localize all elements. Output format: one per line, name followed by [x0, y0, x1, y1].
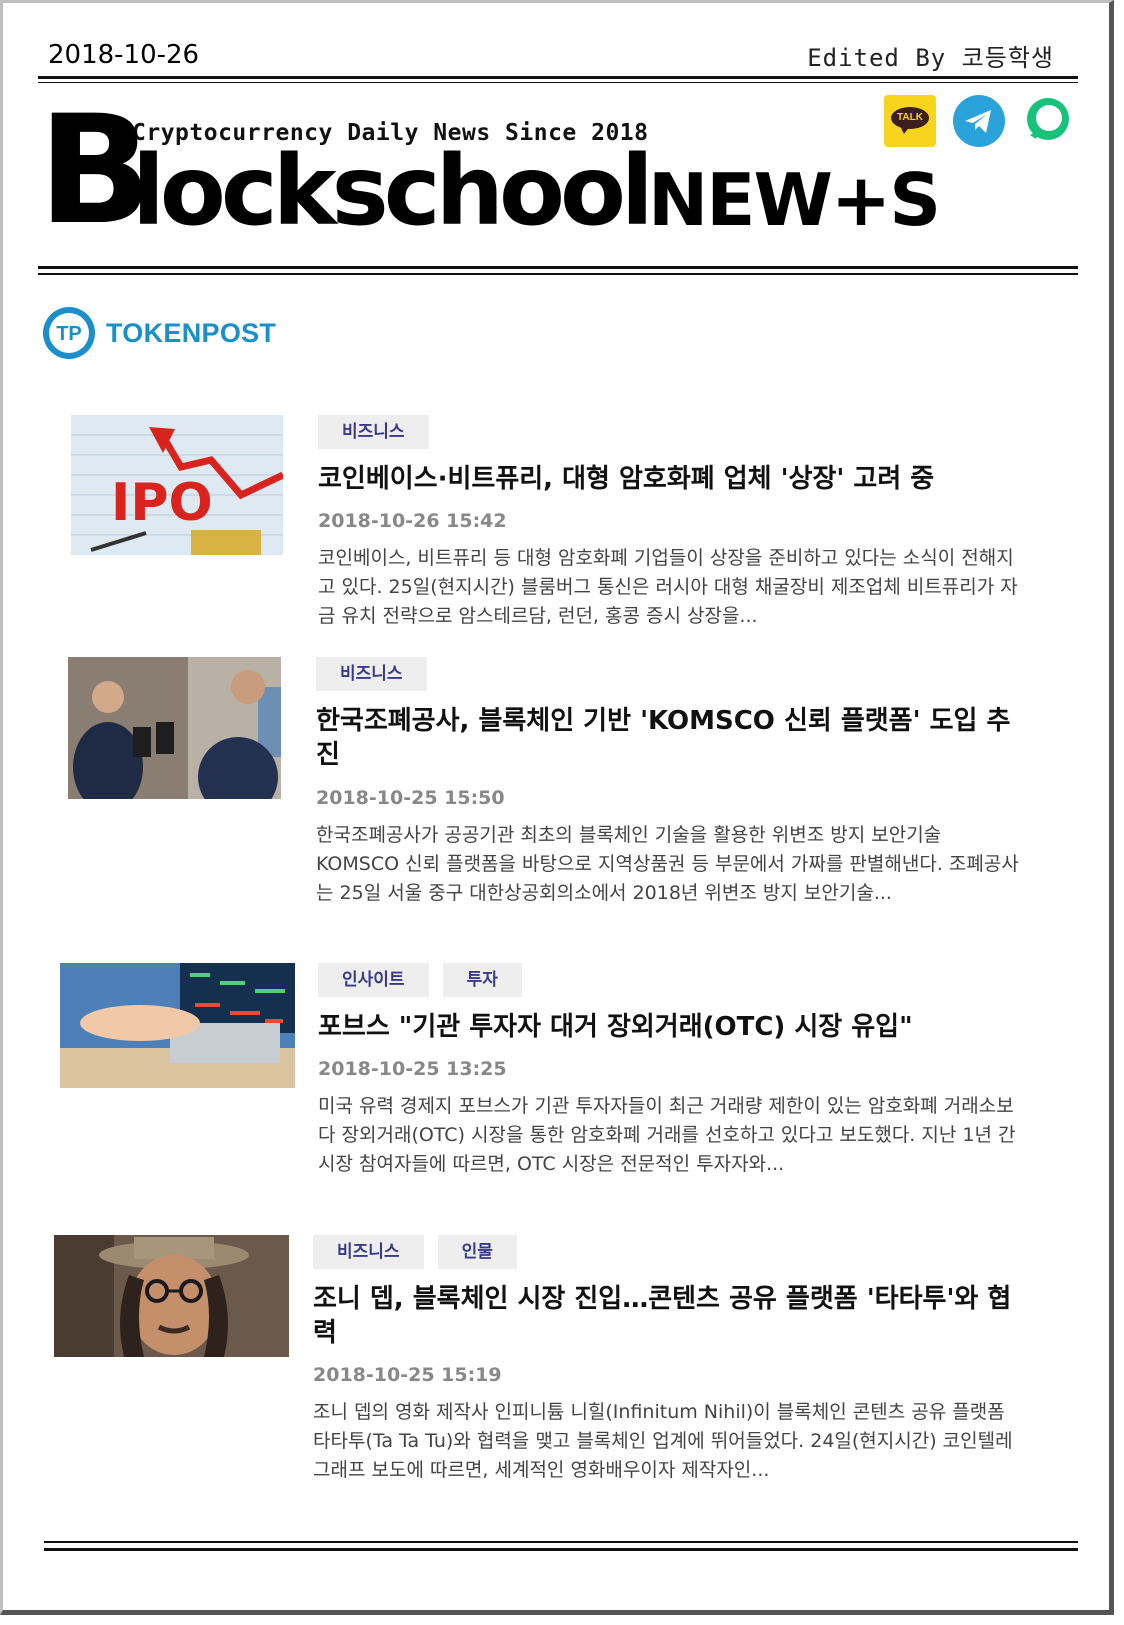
- article-1-title[interactable]: 코인베이스·비트퓨리, 대형 암호화폐 업체 '상장' 고려 중: [318, 462, 1018, 496]
- masthead-rule: [38, 266, 1078, 269]
- svg-text:IPO: IPO: [111, 473, 213, 533]
- telegram-plane-icon: [965, 110, 991, 133]
- article-1-image[interactable]: IPO: [71, 415, 283, 555]
- header-rule-top-thin: [38, 82, 1078, 83]
- editor-credit: Edited By 코등학생: [807, 44, 1054, 72]
- article-1-summary: 코인베이스, 비트퓨리 등 대형 암호화폐 기업들이 상장을 준비하고 있다는 …: [318, 547, 1018, 627]
- article-4-summary: 조니 뎁의 영화 제작사 인피니튬 니힐(Infinitum Nihil)이 블…: [313, 1401, 1013, 1481]
- tag-business[interactable]: 비즈니스: [318, 415, 429, 449]
- article-2-tags: 비즈니스: [316, 657, 427, 691]
- header-rule-top: [38, 76, 1078, 79]
- article-4-image[interactable]: [54, 1235, 289, 1357]
- tag-person[interactable]: 인물: [437, 1235, 517, 1269]
- chat-bubble-shape: [1027, 98, 1069, 140]
- article-3-summary: 미국 유력 경제지 포브스가 기관 투자자들이 최근 거래량 제한이 있는 암호…: [318, 1095, 1016, 1175]
- chat-bubble-icon[interactable]: [1022, 95, 1074, 147]
- footer-rule-thick: [44, 1548, 1078, 1551]
- issue-date: 2018-10-26: [48, 40, 200, 70]
- article-1-date: 2018-10-26 15:42: [318, 510, 507, 532]
- tokenpost-logo-shape: TP: [43, 307, 95, 359]
- tokenpost-logo-icon[interactable]: TP: [42, 306, 96, 360]
- masthead-news: NEW+S: [648, 158, 941, 242]
- svg-text:TP: TP: [56, 323, 82, 345]
- article-3-image[interactable]: [60, 963, 295, 1088]
- article-4-tags: 비즈니스 인물: [313, 1235, 517, 1269]
- article-4-date: 2018-10-25 15:19: [313, 1364, 502, 1386]
- footer-rule: [44, 1541, 1078, 1543]
- talk-label: TALK: [891, 107, 929, 129]
- article-3-date: 2018-10-25 13:25: [318, 1058, 507, 1080]
- tag-insight[interactable]: 인사이트: [318, 963, 429, 997]
- article-2-title[interactable]: 한국조폐공사, 블록체인 기반 'KOMSCO 신뢰 플랫폼' 도입 추진: [316, 704, 1026, 772]
- article-3-title[interactable]: 포브스 "기관 투자자 대거 장외거래(OTC) 시장 유입": [318, 1010, 1038, 1044]
- telegram-icon[interactable]: [953, 95, 1005, 147]
- source-name[interactable]: TOKENPOST: [106, 318, 276, 349]
- masthead-title: lockschool: [132, 135, 654, 247]
- article-3-tags: 인사이트 투자: [318, 963, 522, 997]
- talk-bubble-tail: [900, 126, 910, 134]
- article-1-tags: 비즈니스: [318, 415, 429, 449]
- article-2-image[interactable]: [68, 657, 281, 799]
- article-2-summary: 한국조폐공사가 공공기관 최초의 블록체인 기술을 활용한 위변조 방지 보안기…: [316, 824, 1019, 904]
- tag-business[interactable]: 비즈니스: [316, 657, 427, 691]
- article-4-title[interactable]: 조니 뎁, 블록체인 시장 진입…콘텐츠 공유 플랫폼 '타타투'와 협력: [313, 1282, 1028, 1350]
- kakaotalk-icon[interactable]: TALK: [884, 95, 936, 147]
- tag-investment[interactable]: 투자: [442, 963, 522, 997]
- tag-business[interactable]: 비즈니스: [313, 1235, 424, 1269]
- masthead-rule-thin: [38, 273, 1078, 275]
- article-2-date: 2018-10-25 15:50: [316, 787, 505, 809]
